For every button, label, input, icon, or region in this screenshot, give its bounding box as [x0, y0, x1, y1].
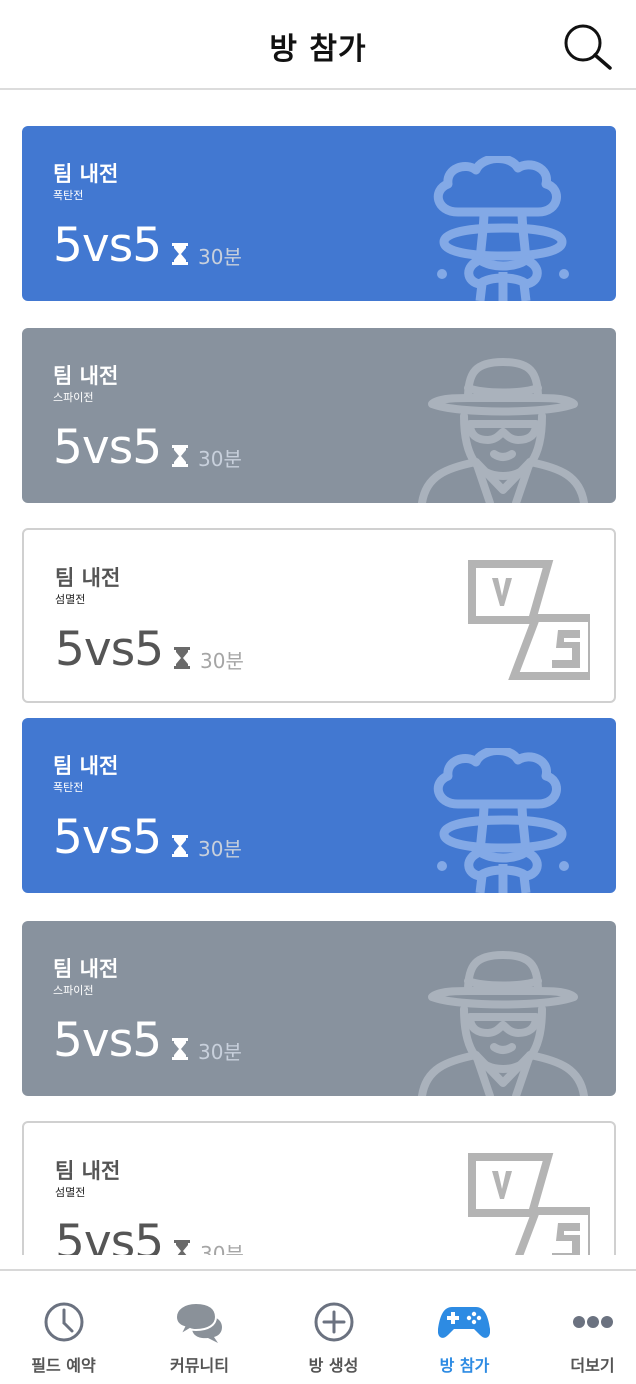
bottom-nav: 필드 예약 커뮤니티 방 생성 방 참가 더보기 [0, 1269, 636, 1384]
plus-circle-icon [314, 1302, 354, 1342]
nav-item-community[interactable]: 커뮤니티 [136, 1271, 263, 1384]
room-matchup: 5vs5 [53, 218, 162, 273]
more-dots-icon [573, 1316, 613, 1328]
room-card[interactable]: 팀 내전 스파이전 5vs5 30분 [22, 921, 616, 1096]
room-title: 팀 내전 [55, 566, 121, 590]
room-matchup: 5vs5 [55, 1215, 164, 1255]
room-card[interactable]: 팀 내전 섬멸전 5vs5 30분 [22, 1121, 616, 1255]
spy-icon [418, 951, 588, 1096]
room-card[interactable]: 팀 내전 스파이전 5vs5 30분 [22, 328, 616, 503]
nav-item-more[interactable]: 더보기 [529, 1271, 636, 1384]
room-card[interactable]: 팀 내전 섬멸전 5vs5 30분 [22, 528, 616, 703]
chat-bubbles-icon [174, 1301, 222, 1343]
gamepad-icon [438, 1307, 490, 1338]
nav-label: 커뮤니티 [170, 1356, 229, 1375]
room-duration: 30분 [198, 447, 242, 471]
room-mode: 폭탄전 [53, 189, 84, 202]
room-duration: 30분 [198, 245, 242, 269]
hourglass-icon [174, 1240, 190, 1255]
nav-label: 방 생성 [308, 1356, 359, 1375]
room-mode: 스파이전 [53, 984, 94, 997]
hourglass-icon [172, 445, 188, 467]
room-title: 팀 내전 [53, 957, 119, 981]
search-icon[interactable] [562, 22, 614, 74]
nav-label: 더보기 [570, 1356, 615, 1375]
room-list[interactable]: 팀 내전 폭탄전 5vs5 30분 팀 내전 스파이전 5vs5 30분 팀 내… [0, 92, 636, 1255]
room-duration: 30분 [198, 1040, 242, 1064]
room-mode: 스파이전 [53, 391, 94, 404]
spy-icon [418, 358, 588, 503]
explosion-icon [418, 748, 588, 893]
app-header: 방 참가 [0, 0, 636, 90]
room-card[interactable]: 팀 내전 폭탄전 5vs5 30분 [22, 718, 616, 893]
room-title: 팀 내전 [53, 754, 119, 778]
explosion-icon [418, 156, 588, 301]
room-duration: 30분 [200, 1242, 244, 1255]
hourglass-icon [174, 647, 190, 669]
hourglass-icon [172, 243, 188, 265]
room-matchup: 5vs5 [55, 622, 164, 677]
room-title: 팀 내전 [53, 364, 119, 388]
room-matchup: 5vs5 [53, 420, 162, 475]
hourglass-icon [172, 1038, 188, 1060]
room-mode: 섬멸전 [55, 1186, 86, 1199]
versus-icon [420, 1153, 590, 1255]
room-title: 팀 내전 [55, 1159, 121, 1183]
nav-item-create-room[interactable]: 방 생성 [270, 1271, 397, 1384]
room-title: 팀 내전 [53, 162, 119, 186]
nav-label: 방 참가 [439, 1356, 490, 1375]
versus-icon [420, 560, 590, 703]
nav-item-join-room[interactable]: 방 참가 [401, 1271, 528, 1384]
hourglass-icon [172, 835, 188, 857]
nav-item-field-reservation[interactable]: 필드 예약 [0, 1271, 127, 1384]
page-title: 방 참가 [269, 32, 367, 67]
room-matchup: 5vs5 [53, 810, 162, 865]
room-mode: 폭탄전 [53, 781, 84, 794]
room-duration: 30분 [200, 649, 244, 673]
room-matchup: 5vs5 [53, 1013, 162, 1068]
room-card[interactable]: 팀 내전 폭탄전 5vs5 30분 [22, 126, 616, 301]
clock-icon [44, 1302, 84, 1342]
room-mode: 섬멸전 [55, 593, 86, 606]
nav-label: 필드 예약 [31, 1356, 96, 1375]
room-duration: 30분 [198, 837, 242, 861]
